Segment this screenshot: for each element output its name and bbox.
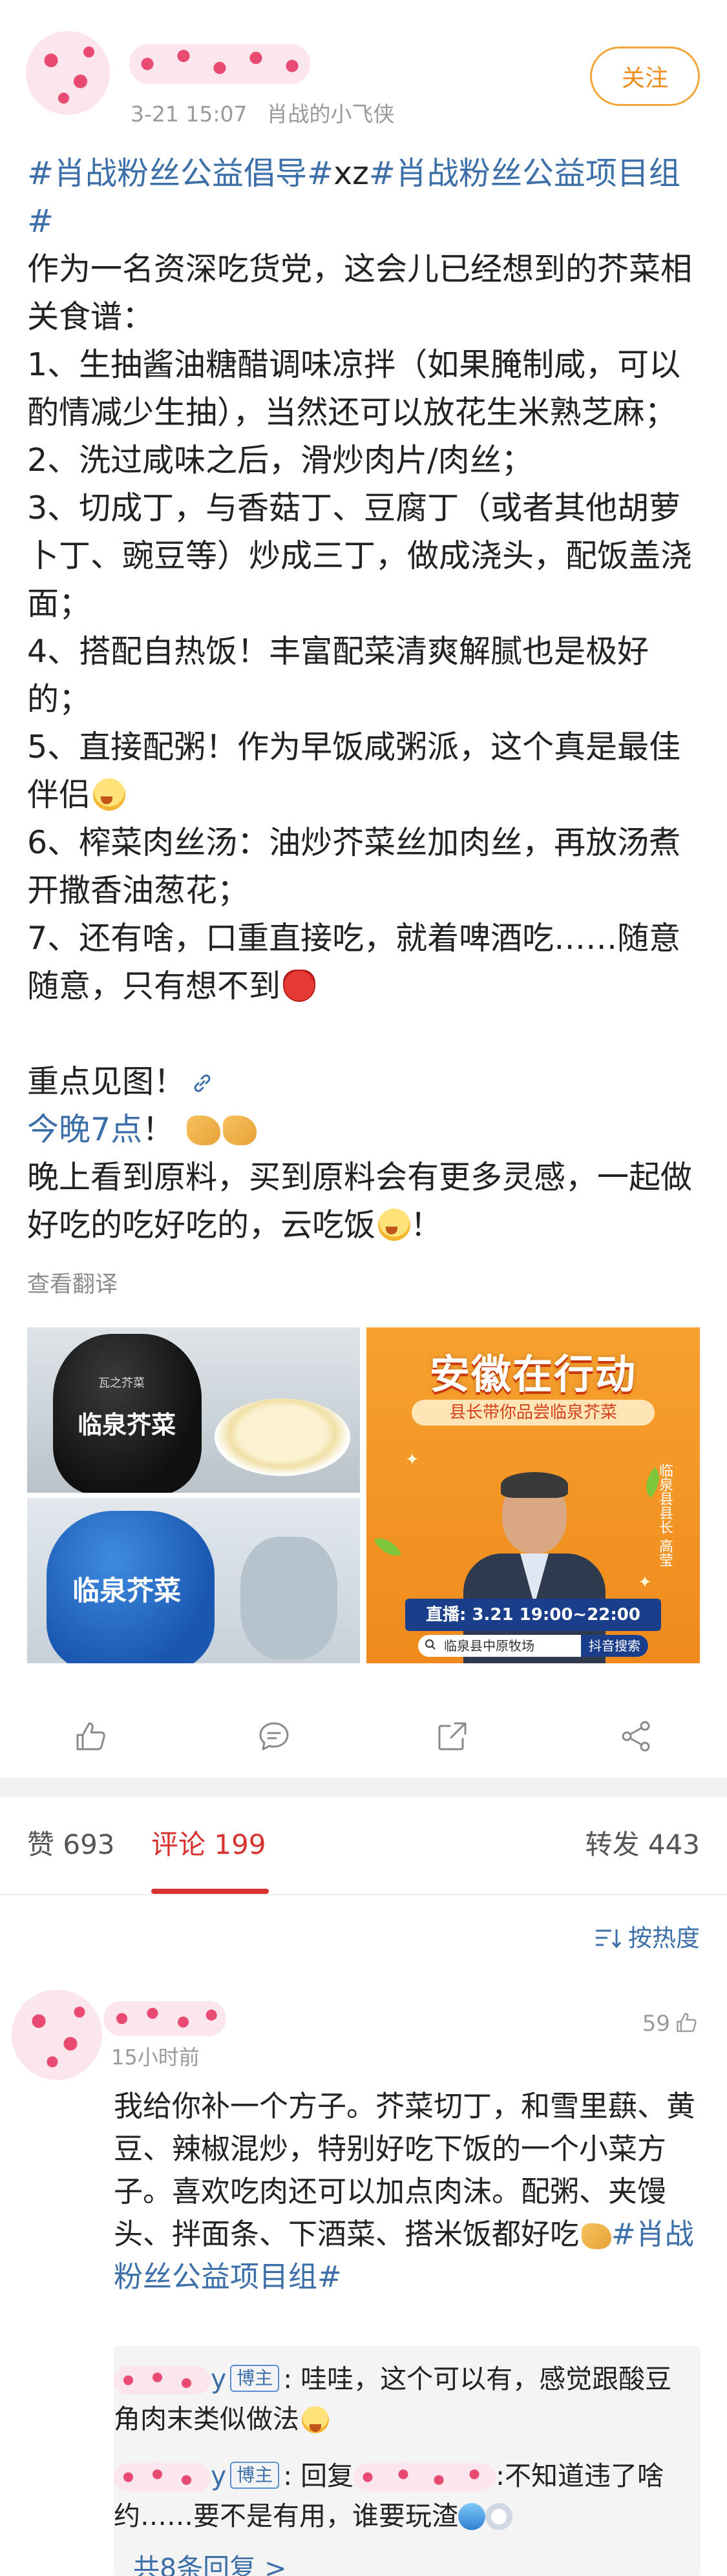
reply-author-tail[interactable]: y (211, 2363, 226, 2394)
comment-body: 我给你补一个方子。芥菜切丁，和雪里蕻、黄豆、辣椒混炒，特别好吃下饭的一个小菜方子… (114, 2085, 701, 2298)
reply-author-redacted[interactable] (114, 2463, 211, 2491)
interaction-tabs: 赞 693 评论 199 转发 443 (0, 1797, 727, 1895)
comment-text: 我给你补一个方子。芥菜切丁，和雪里蕻、黄豆、辣椒混炒，特别好吃下饭的一个小菜方子… (114, 2089, 696, 2251)
comment-icon[interactable] (256, 1718, 292, 1754)
background-jar-shape (240, 1537, 337, 1659)
sort-icon (596, 1929, 622, 1949)
post-source[interactable]: 肖战的小飞侠 (267, 101, 395, 127)
recipe-item-1: 1、生抽酱油糖醋调味凉拌（如果腌制咸，可以酌情减少生抽），当然还可以放花生米熟芝… (27, 346, 681, 431)
section-divider (0, 1778, 727, 1797)
author-name-redacted[interactable] (129, 44, 310, 84)
tag-mid-text: xz (333, 155, 369, 192)
reply-item: y 博主: 哇哇，这个可以有，感觉跟酸豆角肉末类似做法 (114, 2359, 682, 2439)
promo-search-bar: 临泉县中原牧场 抖音搜索 (418, 1635, 648, 1657)
translate-link[interactable]: 查看翻译 (27, 1261, 699, 1309)
link-icon[interactable] (189, 1070, 215, 1096)
post-image-jar-dark[interactable]: 临泉芥菜 瓦之芥菜 (27, 1327, 360, 1493)
sparkle-decoration-icon: ✦ (405, 1450, 419, 1470)
smile-emoji-icon (378, 1209, 411, 1241)
reply-author-redacted[interactable] (114, 2366, 211, 2394)
repost-icon[interactable] (618, 1718, 654, 1754)
recipe-item-5-text: 5、直接配粥！作为早饭咸粥派，这个真是最佳伴侣 (27, 729, 681, 813)
recipe-item-7: 7、还有啥，口重直接吃，就着啤酒吃……随意随意，只有想不到 (27, 915, 699, 1010)
like-icon[interactable] (72, 1718, 109, 1754)
reply-item: y 博主: 回复:不知道违了啥约……要不是有用，谁要玩渣 (114, 2456, 682, 2536)
jar-label-text: 临泉芥菜 (78, 1410, 176, 1439)
topic-tag-link[interactable]: #肖战粉丝公益倡导# (27, 155, 333, 192)
host-badge: 博主 (230, 2462, 280, 2489)
sort-by-heat-button[interactable]: 按热度 (595, 1918, 700, 1953)
post-header: 3-21 15:07 肖战的小飞侠 关注 (0, 0, 727, 149)
plate-shape (215, 1398, 350, 1476)
host-badge: 博主 (230, 2365, 280, 2392)
recipe-item-5: 5、直接配粥！作为早饭咸粥派，这个真是最佳伴侣 (27, 723, 699, 819)
recipe-item-6: 6、榨菜肉丝汤：油炒芥菜丝加肉丝，再放汤煮开撒香油葱花； (27, 824, 681, 909)
comment-like-button[interactable]: 59 (642, 2010, 699, 2037)
post-action-bar (0, 1692, 727, 1776)
post-meta: 3-21 15:07 肖战的小飞侠 (131, 97, 395, 128)
post-body: #肖战粉丝公益倡导#xz#肖战粉丝公益项目组# 作为一名资深吃货党，这会儿已经想… (27, 150, 699, 1309)
dizzy-face-emoji-icon (485, 2503, 512, 2530)
tab-comments[interactable]: 评论 199 (151, 1823, 266, 1862)
closing-line: 晚上看到原料，买到原料会有更多灵感，一起做好吃的吃好吃的，云吃饭！ (27, 1154, 699, 1249)
tab-reposts[interactable]: 转发 443 (585, 1823, 700, 1862)
promo-search-button: 抖音搜索 (581, 1635, 648, 1657)
tonight-link[interactable]: 今晚7点 (27, 1111, 142, 1148)
smile-emoji-icon (302, 2406, 329, 2433)
view-all-replies-link[interactable]: 共8条回复 > (133, 2546, 286, 2576)
tonight-line: 今晚7点！ (27, 1106, 699, 1154)
muscle-emoji-icon (222, 1116, 257, 1145)
jar-small-text: 瓦之芥菜 (98, 1376, 145, 1390)
smile-emoji-icon (93, 778, 126, 811)
angry-bird-emoji-icon (283, 970, 316, 1002)
sort-label: 按热度 (628, 1924, 700, 1952)
keypoint-line: 重点见图！ (27, 1058, 699, 1106)
follow-button[interactable]: 关注 (590, 47, 700, 106)
tab-likes[interactable]: 赞 693 (27, 1823, 115, 1862)
promo-subtitle: 县长带你品尝临泉芥菜 (412, 1400, 655, 1426)
post-time: 3-21 15:07 (131, 101, 248, 127)
muscle-emoji-icon (186, 1116, 220, 1145)
post-image-jar-blue[interactable]: 临泉芥菜 (27, 1498, 360, 1663)
commenter-name-redacted[interactable] (103, 2001, 226, 2036)
leaf-decoration-icon (374, 1532, 402, 1563)
post-image-livestream-poster[interactable]: 安徽在行动 县长带你品尝临泉芥菜 ✦ ✦ 临泉县县长 高莹 直播: 3.21 1… (366, 1327, 700, 1663)
comment-like-count: 59 (642, 2011, 670, 2037)
post-tags-line: #肖战粉丝公益倡导#xz#肖战粉丝公益项目组# (27, 150, 699, 245)
post-image-grid: 临泉芥菜 瓦之芥菜 临泉芥菜 安徽在行动 县长带你品尝临泉芥菜 ✦ ✦ 临泉县县… (27, 1327, 700, 1663)
author-avatar[interactable] (26, 31, 110, 115)
poster-side-text: 临泉县县长 高莹 (657, 1463, 673, 1567)
closing-punct: ！ (410, 1207, 443, 1243)
post-intro: 作为一名资深吃货党，这会儿已经想到的芥菜相关食谱： (27, 251, 693, 335)
recipe-item-3: 3、切成丁，与香菇丁、豆腐丁（或者其他胡萝卜丁、豌豆等）炒成三丁，做成浇头，配饭… (27, 490, 693, 622)
share-icon[interactable] (434, 1718, 470, 1754)
comment-time: 15小时前 (111, 2045, 200, 2070)
promo-search-text: 临泉县中原牧场 (444, 1638, 534, 1654)
thumbs-up-icon (677, 2013, 697, 2032)
muscle-emoji-icon (582, 2223, 612, 2249)
promo-title: 安徽在行动 (429, 1351, 637, 1398)
reply-target-redacted[interactable] (353, 2463, 496, 2491)
reply-prefix: : 回复 (283, 2460, 354, 2491)
comment-paragraph: 我给你补一个方子。芥菜切丁，和雪里蕻、黄豆、辣椒混炒，特别好吃下饭的一个小菜方子… (114, 2085, 701, 2298)
search-icon (425, 1639, 436, 1650)
reply-author-tail[interactable]: y (211, 2460, 226, 2491)
tonight-punct: ！ (142, 1111, 174, 1148)
commenter-avatar[interactable] (12, 1989, 102, 2080)
reply-preview-box[interactable]: y 博主: 哇哇，这个可以有，感觉跟酸豆角肉末类似做法 y 博主: 回复:不知道违了… (114, 2346, 701, 2576)
promo-live-time: 直播: 3.21 19:00~22:00 (405, 1599, 661, 1631)
active-tab-indicator (151, 1889, 269, 1894)
recipe-item-2: 2、洗过咸味之后，滑炒肉片/肉丝； (27, 442, 533, 479)
jar-label-text: 临泉芥菜 (72, 1575, 182, 1606)
wave-emoji-icon (458, 2503, 485, 2530)
keypoint-text: 重点见图！ (27, 1063, 186, 1100)
recipe-item-7-text: 7、还有啥，口重直接吃，就着啤酒吃……随意随意，只有想不到 (27, 920, 681, 1004)
person-hair (501, 1472, 568, 1498)
sparkle-decoration-icon: ✦ (638, 1573, 652, 1592)
closing-text: 晚上看到原料，买到原料会有更多灵感，一起做好吃的吃好吃的，云吃饭 (27, 1159, 693, 1243)
recipe-item-4: 4、搭配自热饭！丰富配菜清爽解腻也是极好的； (27, 633, 649, 718)
